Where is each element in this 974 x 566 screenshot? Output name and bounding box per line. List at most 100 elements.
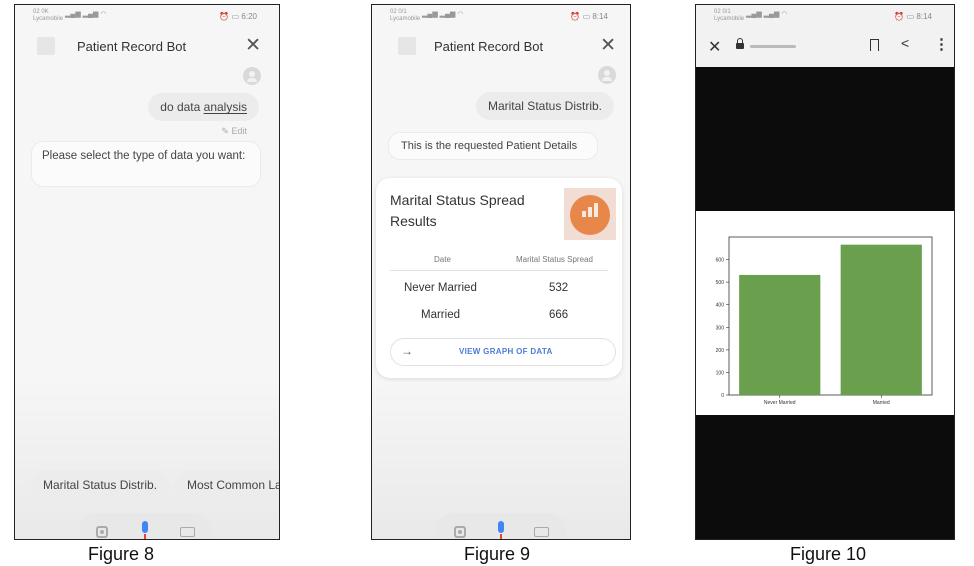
battery-icon: ▭ — [582, 12, 591, 21]
y-tick-label: 600 — [716, 258, 725, 264]
status-right: ⏰ ▭ 8:14 — [570, 12, 608, 21]
chip-label: Most Common La — [187, 478, 280, 492]
chart-panel: 0 100 200 300 400 500 600 Never Married Married — [696, 211, 954, 415]
view-graph-button[interactable]: → VIEW GRAPH OF DATA — [390, 338, 616, 366]
carrier-line-1: 02 0/1 — [390, 9, 407, 15]
assistant-input-bar — [79, 513, 211, 539]
close-icon[interactable]: ✕ — [245, 34, 261, 57]
alarm-icon: ⏰ — [570, 12, 581, 21]
user-message-bubble: Marital Status Distrib. — [475, 92, 614, 120]
result-card: Marital Status Spread Results Date Marit… — [376, 178, 622, 378]
close-icon[interactable]: ✕ — [600, 34, 616, 57]
battery-icon: ▭ — [906, 12, 915, 21]
keyboard-icon[interactable] — [180, 527, 195, 537]
battery-icon: ▭ — [231, 12, 240, 21]
phone-screen-figure-9: 02 0/1 Lycamobile ▂▄▆ ▂▄▆ ◠ ⏰ ▭ 8:14 Pat… — [371, 4, 631, 540]
carrier-info: 02 0K Lycamobile — [33, 9, 63, 23]
app-bar: Patient Record Bot ✕ — [372, 33, 630, 65]
status-bar: 02 0K Lycamobile ▂▄▆ ▂▄▆ ◠ ⏰ ▭ 6:20 — [15, 8, 279, 24]
table-cell-count: 532 — [549, 282, 569, 294]
table-cell-status: Married — [421, 309, 460, 321]
card-title: Marital Status Spread Results — [390, 192, 525, 229]
phone-screen-figure-8: 02 0K Lycamobile ▂▄▆ ▂▄▆ ◠ ⏰ ▭ 6:20 Pati… — [14, 4, 280, 540]
figure-caption: Figure 8 — [88, 544, 155, 564]
clock: 8:14 — [916, 12, 932, 21]
share-icon[interactable]: < — [901, 35, 909, 51]
bot-message-bubble: This is the requested Patient Details — [388, 132, 598, 160]
close-icon[interactable]: ✕ — [708, 37, 721, 57]
mic-icon[interactable] — [496, 521, 506, 539]
lens-icon[interactable] — [96, 526, 108, 538]
y-tick-label: 500 — [716, 280, 725, 286]
bar — [739, 274, 821, 395]
alarm-icon: ⏰ — [894, 12, 905, 21]
signal-icon: ▂▄▆ ▂▄▆ ◠ — [746, 11, 788, 18]
thumbnail-circle — [570, 195, 610, 235]
user-message-text: do data — [160, 100, 204, 114]
figure-caption: Figure 10 — [790, 544, 867, 564]
bot-message-text: Please select the type of data you want: — [42, 150, 246, 162]
avatar-icon — [598, 66, 616, 84]
carrier-line-1: 02 0K — [33, 9, 49, 15]
table-cell-count: 666 — [549, 309, 569, 321]
suggestion-chip-most-common[interactable]: Most Common La — [175, 470, 280, 500]
more-vert-icon[interactable]: ⋮ — [934, 35, 949, 53]
lock-icon — [736, 38, 744, 49]
app-bar: Patient Record Bot ✕ — [15, 33, 279, 65]
clock: 8:14 — [592, 12, 608, 21]
user-message-text: Marital Status Distrib. — [487, 99, 602, 113]
carrier-line-1: 02 0/1 — [714, 9, 731, 15]
suggestion-chip-marital-status[interactable]: Marital Status Distrib. — [31, 470, 170, 500]
carrier-info: 02 0/1 Lycamobile — [390, 9, 420, 23]
carrier-info: 02 0/1 Lycamobile — [714, 9, 744, 23]
carrier-line-2: Lycamobile — [390, 16, 421, 22]
y-tick-label: 300 — [716, 325, 725, 331]
bot-message-text: This is the requested Patient Details — [401, 140, 578, 152]
app-title: Patient Record Bot — [77, 39, 187, 54]
bar — [840, 244, 922, 395]
edit-link[interactable]: ✎ Edit — [221, 126, 247, 137]
table-divider — [390, 270, 608, 271]
column-header-marital-status: Marital Status Spread — [516, 255, 593, 264]
bar-chart: 0 100 200 300 400 500 600 Never Married Married — [716, 236, 933, 406]
status-right: ⏰ ▭ 6:20 — [219, 12, 257, 21]
table-cell-status: Never Married — [404, 282, 477, 294]
bookmark-icon[interactable] — [870, 39, 879, 51]
signal-icon: ▂▄▆ ▂▄▆ ◠ — [65, 11, 107, 18]
avatar-icon — [243, 67, 261, 85]
clock: 6:20 — [241, 12, 257, 21]
figure-caption: Figure 9 — [464, 544, 531, 564]
bot-message-bubble: Please select the type of data you want: — [31, 141, 261, 187]
browser-toolbar: 02 0/1 Lycamobile ▂▄▆ ▂▄▆ ◠ ⏰ ▭ 8:14 ✕ <… — [696, 5, 954, 67]
x-tick-label: Never Married — [764, 400, 796, 406]
keyboard-icon[interactable] — [534, 527, 549, 537]
y-tick-label: 100 — [716, 370, 725, 376]
y-tick-label: 0 — [721, 393, 724, 399]
app-icon — [37, 37, 55, 55]
y-tick-label: 400 — [716, 303, 725, 309]
column-header-date: Date — [434, 255, 451, 264]
alarm-icon: ⏰ — [219, 12, 230, 21]
pencil-icon: ✎ — [221, 126, 229, 136]
signal-icon: ▂▄▆ ▂▄▆ ◠ — [422, 11, 464, 18]
status-bar: 02 0/1 Lycamobile ▂▄▆ ▂▄▆ ◠ ⏰ ▭ 8:14 — [696, 8, 954, 24]
arrow-right-icon: → — [401, 344, 413, 358]
status-bar: 02 0/1 Lycamobile ▂▄▆ ▂▄▆ ◠ ⏰ ▭ 8:14 — [372, 8, 630, 24]
chip-label: Marital Status Distrib. — [43, 478, 158, 492]
carrier-line-2: Lycamobile — [714, 16, 745, 22]
carrier-line-2: Lycamobile — [33, 16, 64, 22]
user-message-bubble: do data analysis — [148, 93, 259, 121]
phone-screen-figure-10: 02 0/1 Lycamobile ▂▄▆ ▂▄▆ ◠ ⏰ ▭ 8:14 ✕ <… — [695, 4, 955, 540]
y-tick-label: 200 — [716, 348, 725, 354]
status-right: ⏰ ▭ 8:14 — [894, 12, 932, 21]
mic-icon[interactable] — [140, 521, 150, 539]
lens-icon[interactable] — [454, 526, 466, 538]
view-graph-label: VIEW GRAPH OF DATA — [459, 347, 553, 356]
url-text-blurred[interactable] — [750, 45, 796, 48]
chart-thumbnail — [564, 188, 616, 240]
assistant-input-bar — [436, 513, 566, 539]
edit-label: Edit — [231, 126, 247, 136]
app-title: Patient Record Bot — [434, 39, 544, 54]
user-message-underlined: analysis — [203, 100, 247, 114]
app-icon — [398, 37, 416, 55]
